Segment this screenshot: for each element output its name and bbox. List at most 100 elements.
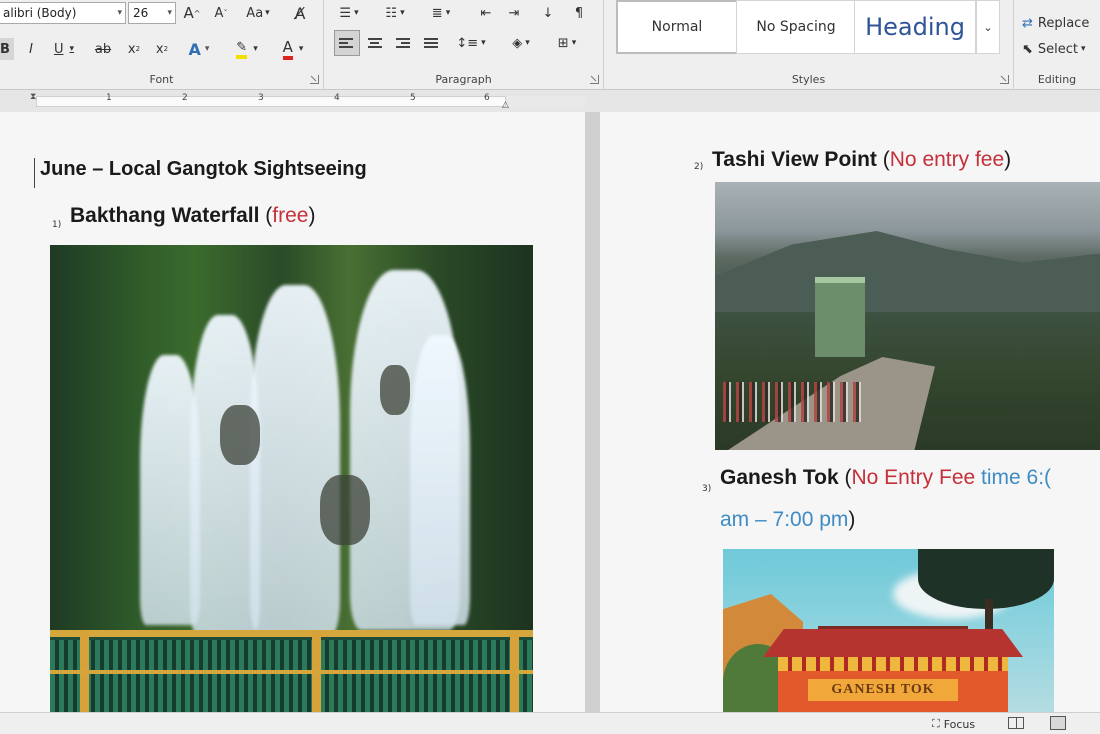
list-number: 1) [52,220,62,230]
align-left-icon [339,36,355,50]
font-color-button[interactable]: A ▾ [274,38,312,60]
item-ganesh-time-line[interactable]: am – 7:00 pm) [720,508,855,532]
document-title[interactable]: June – Local Gangtok Sightseeing [40,158,367,181]
strikethrough-button[interactable]: ab [92,38,114,60]
bold-button[interactable]: B [0,38,14,60]
fee-text: free [272,204,309,227]
paragraph-dialog-launcher-icon[interactable] [590,75,599,84]
select-button[interactable]: ⬉ Select ▾ [1022,38,1100,60]
multilevel-list-button[interactable]: ≣ ▾ [426,2,456,24]
focus-icon: ⛶ [932,717,940,730]
list-number: 2) [694,162,704,172]
waterfall-photo[interactable] [50,245,533,720]
change-case-button[interactable]: Aa ▾ [240,2,276,24]
page-1: June – Local Gangtok Sightseeing 1) Bakt… [0,112,585,720]
read-mode-icon[interactable] [1008,717,1024,729]
numbering-button[interactable]: ☷ ▾ [380,2,410,24]
item-name: Ganesh Tok [720,466,839,489]
align-center-icon [368,36,384,50]
italic-button[interactable]: I [24,38,38,60]
line-spacing-button[interactable]: ↕≡ ▾ [454,32,488,54]
item-name: Tashi View Point [712,148,877,171]
paren-open: ( [876,148,890,171]
font-group: alibri (Body) ▾ 26 ▾ A ^ Aˇ Aa ▾ A̸ B I U ▾… [0,0,324,90]
justify-icon [424,36,440,50]
ruler-number: 4 [334,93,340,103]
tashi-view-point-photo[interactable] [715,182,1100,450]
chevron-down-icon: ⌄ [983,20,993,34]
replace-icon: ⇄ [1022,15,1033,31]
align-left-button[interactable] [334,30,360,56]
align-center-button[interactable] [366,32,386,54]
indent-marker-icon[interactable]: ⧗ [30,92,36,102]
item-bakthang-heading[interactable]: Bakthang Waterfall (free) [70,204,315,228]
cursor-arrow-icon: ⬉ [1022,41,1033,57]
focus-label: Focus [943,717,976,731]
line-spacing-icon: ↕≡ [456,35,479,51]
borders-icon: ⊞ [557,35,569,51]
styles-group: Normal No Spacing Heading ⌄ Styles [604,0,1014,90]
shading-button[interactable]: ◈ ▾ [504,32,538,54]
paint-bucket-icon: ◈ [512,35,523,51]
fee-text: No Entry Fee [851,466,976,489]
bullets-button[interactable]: ☰ ▾ [334,2,364,24]
highlight-button[interactable]: ✎ ▾ [228,38,266,60]
paren-close: ) [848,508,856,531]
paren-open: ( [838,466,852,489]
ruler-number: 1 [106,93,112,103]
paren-close: ) [1004,148,1012,171]
fence [50,630,533,720]
ganesh-tok-photo[interactable]: GANESH TOK [723,549,1054,720]
shrink-font-button[interactable]: Aˇ [210,2,232,24]
item-tashi-heading[interactable]: Tashi View Point (No entry fee) [712,148,1011,172]
borders-button[interactable]: ⊞ ▾ [550,32,584,54]
text-effects-button[interactable]: A ▾ [182,38,216,60]
multilevel-list-icon: ≣ [431,5,443,21]
item-name: Bakthang Waterfall [70,204,260,227]
editing-group: ⇄ Replace ⬉ Select ▾ Editing [1014,0,1100,90]
styles-more-button[interactable]: ⌄ [976,0,1000,54]
sort-button[interactable]: ↓ [536,2,560,24]
highlighter-icon: ✎ [236,40,248,59]
ruler-number: 5 [410,93,416,103]
list-number: 3) [702,484,712,494]
superscript-button[interactable]: x2 [154,38,170,60]
align-right-icon [396,36,412,50]
replace-button[interactable]: ⇄ Replace [1022,12,1100,34]
clear-formatting-icon: A̸ [294,3,306,23]
paragraph-group: ☰ ▾ ☷ ▾ ≣ ▾ ⇤ ⇥ ↓ ¶ ↕≡ ▾ ◈ ▾ ⊞ ▾ Paragraph [324,0,604,90]
font-size-combo[interactable]: 26 ▾ [128,2,176,24]
right-indent-marker-icon[interactable]: △ [502,100,509,110]
font-name-combo[interactable]: alibri (Body) ▾ [0,2,126,24]
print-layout-icon[interactable] [1050,716,1066,730]
fee-text: No entry fee [889,148,1005,171]
editing-group-label: Editing [1037,73,1077,86]
numbering-icon: ☷ [385,5,398,21]
increase-indent-button[interactable]: ⇥ [504,2,524,24]
focus-mode-button[interactable]: ⛶ Focus [932,717,975,731]
justify-button[interactable] [422,32,442,54]
font-name-value: alibri (Body) [3,6,77,20]
bullets-icon: ☰ [339,5,352,21]
item-ganesh-heading[interactable]: Ganesh Tok (No Entry Fee time 6:( [720,466,1051,490]
subscript-button[interactable]: x2 [126,38,142,60]
word-window: alibri (Body) ▾ 26 ▾ A ^ Aˇ Aa ▾ A̸ B I U ▾… [0,0,1100,734]
font-dialog-launcher-icon[interactable] [310,75,319,84]
chevron-down-icon: ▾ [167,8,172,18]
styles-group-label: Styles [791,73,826,86]
sort-icon: ↓ [542,5,554,21]
ganesh-tok-sign: GANESH TOK [808,679,958,701]
decrease-indent-button[interactable]: ⇤ [476,2,496,24]
align-right-button[interactable] [394,32,414,54]
document-area: June – Local Gangtok Sightseeing 1) Bakt… [0,112,1100,720]
style-no-spacing[interactable]: No Spacing [736,0,856,54]
underline-button[interactable]: U ▾ [50,38,78,60]
horizontal-ruler[interactable]: 1 2 3 4 5 6 ⧗ △ [0,90,1100,112]
show-marks-button[interactable]: ¶ [570,2,588,24]
font-group-label: Font [149,73,174,86]
style-normal[interactable]: Normal [616,0,738,54]
grow-font-button[interactable]: A ^ [182,2,202,24]
clear-formatting-button[interactable]: A̸ [288,2,312,24]
styles-dialog-launcher-icon[interactable] [1000,75,1009,84]
style-heading[interactable]: Heading [854,0,976,54]
